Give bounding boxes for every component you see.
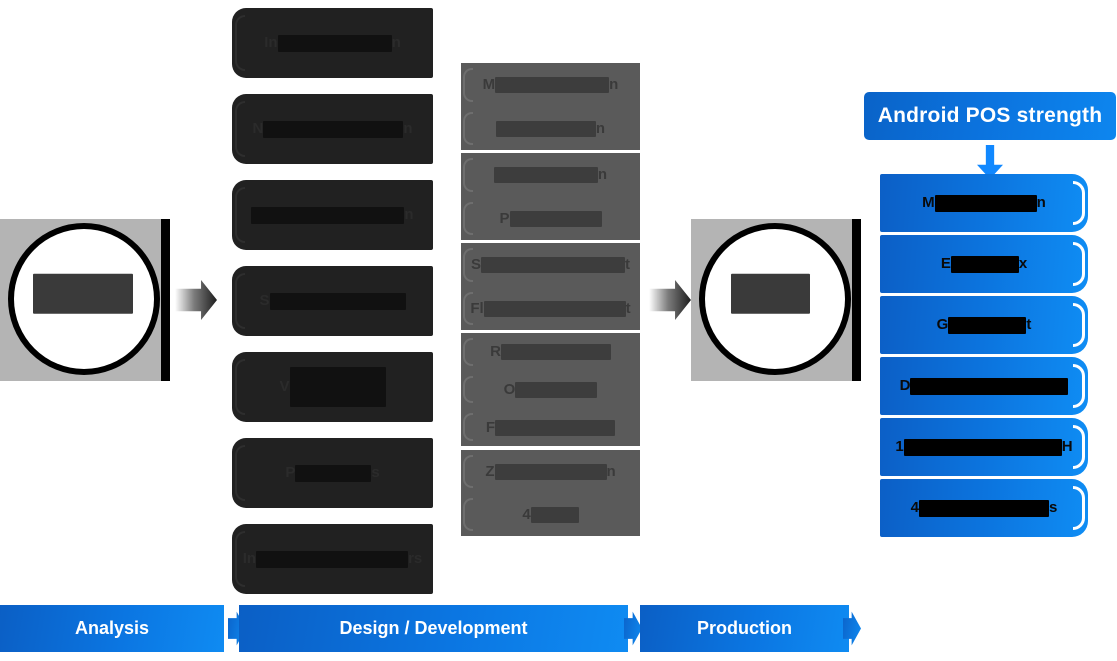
analysis-card[interactable]: S (232, 266, 433, 336)
development-row[interactable]: Fl t (461, 287, 640, 331)
phase-bar-design-development[interactable]: Design / Development (239, 605, 628, 652)
strength-list: Mn Ex Gt D 1H 4s (880, 174, 1090, 544)
phase-bar-analysis[interactable]: Analysis (0, 605, 224, 652)
analysis-card-label: S (259, 292, 406, 310)
analysis-stage-badge: s (0, 219, 170, 381)
analysis-card-label: In n (264, 34, 401, 52)
development-row-label: n (493, 166, 607, 184)
development-row[interactable]: F (461, 408, 640, 446)
development-group[interactable]: St Fl t (461, 243, 640, 330)
flow-arrow-design-to-production (649, 280, 691, 320)
strength-item-label: Ex (940, 255, 1028, 273)
development-row-label: St (470, 256, 630, 274)
development-row[interactable]: Zn (461, 450, 640, 493)
analysis-card[interactable]: Nn (232, 94, 433, 164)
development-row-label: O (504, 381, 598, 398)
strength-item[interactable]: D (880, 357, 1088, 415)
analysis-card-label: V (279, 367, 386, 407)
production-badge-label: n (691, 273, 861, 314)
development-row-label: R (490, 343, 611, 361)
development-row[interactable]: Mn (461, 63, 640, 107)
strength-item-label: 1H (895, 438, 1073, 456)
strength-item-label: Mn (922, 194, 1046, 212)
process-flow-diagram: s Inn Nn n S V Ps Inrs Mn n n P (0, 0, 1117, 661)
development-row-label: F (486, 419, 616, 436)
flow-arrow-analysis-to-design (175, 280, 217, 320)
development-row[interactable]: R (461, 333, 640, 371)
strength-item-label: Gt (936, 316, 1032, 334)
development-group[interactable]: Mn n (461, 63, 640, 150)
analysis-card[interactable]: V (232, 352, 433, 422)
phase-bar-production-label: Production (697, 618, 792, 638)
development-row-label: P (499, 210, 602, 227)
analysis-card-label: Nn (252, 120, 413, 138)
development-row[interactable]: P (461, 197, 640, 241)
development-row-label: Mn (482, 76, 619, 94)
development-group[interactable]: n P (461, 153, 640, 240)
strength-item[interactable]: 1H (880, 418, 1088, 476)
development-row-label: 4 (522, 506, 579, 524)
analysis-card-label: Ps (285, 464, 380, 482)
analysis-card-label: In rs (242, 550, 423, 568)
development-row[interactable]: St (461, 243, 640, 287)
analysis-card-label: n (251, 206, 414, 224)
strength-item[interactable]: Ex (880, 235, 1088, 293)
development-row[interactable]: 4 (461, 493, 640, 536)
android-pos-strength-header: Android POS strength (864, 92, 1116, 140)
strength-item[interactable]: 4s (880, 479, 1088, 537)
analysis-badge-label: s (0, 273, 170, 314)
phase-bar-design-development-label: Design / Development (339, 618, 528, 638)
strength-item-label: 4s (910, 499, 1058, 517)
analysis-card[interactable]: n (232, 180, 433, 250)
development-group[interactable]: Zn 4 (461, 450, 640, 536)
development-row-label: Zn (485, 462, 616, 481)
analysis-card[interactable]: Ps (232, 438, 433, 508)
development-row-label: n (495, 120, 605, 137)
development-row[interactable]: n (461, 107, 640, 151)
analysis-card[interactable]: In n (232, 8, 433, 78)
development-row[interactable]: n (461, 153, 640, 197)
phase-bar-analysis-label: Analysis (74, 618, 150, 638)
analysis-card[interactable]: In rs (232, 524, 433, 594)
strength-item[interactable]: Mn (880, 174, 1088, 232)
development-row-label: Fl t (470, 299, 631, 317)
development-row[interactable]: O (461, 371, 640, 409)
strength-item-label: D (900, 377, 1069, 395)
phase-bar-production[interactable]: Production (640, 605, 849, 652)
development-group[interactable]: R O F (461, 333, 640, 446)
production-stage-badge: n (691, 219, 861, 381)
strength-item[interactable]: Gt (880, 296, 1088, 354)
